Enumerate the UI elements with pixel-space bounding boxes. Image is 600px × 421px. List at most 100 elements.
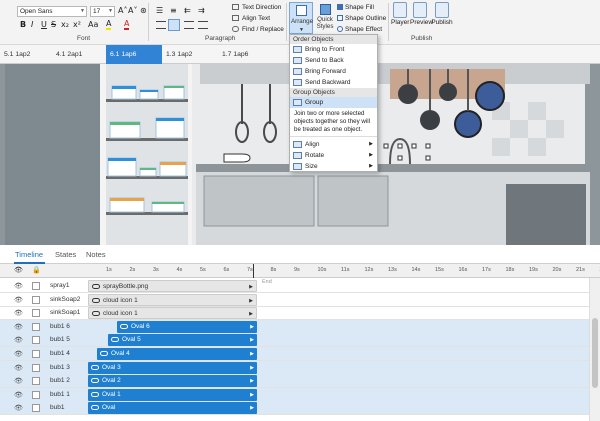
timeline-bar[interactable]: Oval 6 ▶ bbox=[117, 320, 257, 333]
ruler-tick-label: 11s bbox=[341, 267, 350, 273]
timeline-bar[interactable]: Oval 3 ▶ bbox=[88, 361, 257, 374]
tab-slide[interactable]: 1.7 1ap6 bbox=[218, 45, 272, 64]
send-to-back-item[interactable]: Send to Back bbox=[290, 55, 377, 66]
eye-icon[interactable]: 👁 bbox=[14, 404, 23, 412]
menu-label: Send Backward bbox=[305, 79, 351, 86]
playhead[interactable] bbox=[253, 264, 254, 278]
align-center-icon[interactable] bbox=[168, 19, 180, 31]
lock-checkbox[interactable] bbox=[32, 322, 40, 331]
tab-slide[interactable]: 5.1 1ap2 bbox=[0, 45, 50, 64]
lock-checkbox[interactable] bbox=[32, 309, 40, 318]
bullets-icon[interactable]: ☰ bbox=[156, 6, 163, 16]
chevron-right-icon: ▶ bbox=[250, 391, 254, 398]
eye-icon[interactable]: 👁 bbox=[14, 364, 23, 372]
align-text-button[interactable]: Align Text bbox=[242, 15, 270, 22]
find-replace-button[interactable]: Find / Replace bbox=[242, 26, 284, 33]
tab-slide-active[interactable]: 6.1 1ap6 bbox=[106, 45, 162, 64]
timeline-bar[interactable]: Oval 5 ▶ bbox=[108, 334, 257, 347]
font-size-combo[interactable]: 17 ▼ bbox=[90, 6, 115, 17]
eye-icon[interactable]: 👁 bbox=[14, 336, 23, 344]
shape-fill-button[interactable]: Shape Fill bbox=[345, 4, 374, 11]
eye-icon[interactable]: 👁 bbox=[14, 296, 23, 304]
font-color-button[interactable]: A bbox=[124, 20, 130, 30]
arrange-button[interactable]: Arrange ▼ bbox=[289, 2, 313, 34]
quick-styles-button[interactable]: Quick Styles bbox=[314, 2, 336, 34]
group-icon bbox=[293, 99, 302, 106]
timeline-row[interactable]: 👁 bub1 5 Oval 5 ▶ bbox=[0, 333, 600, 348]
timeline-row[interactable]: 👁 spray1 sprayBottle.png ▶ bbox=[0, 279, 600, 293]
lock-checkbox[interactable] bbox=[32, 377, 40, 386]
timeline-row[interactable]: 👁 sinkSoap2 cloud icon 1 ▶ bbox=[0, 293, 600, 307]
timeline-row[interactable]: 👁 bub1 1 Oval 1 ▶ bbox=[0, 387, 600, 402]
increase-indent-icon[interactable]: ⇉ bbox=[198, 6, 205, 16]
tab-states[interactable]: States bbox=[55, 250, 76, 259]
publish-button[interactable]: Publish bbox=[431, 2, 453, 26]
chevron-right-icon: ▶ bbox=[249, 311, 253, 318]
chevron-down-icon: ▼ bbox=[299, 27, 304, 33]
strikethrough-button[interactable]: S bbox=[51, 20, 56, 30]
rotate-item[interactable]: Rotate ▶ bbox=[290, 150, 377, 161]
eye-icon[interactable]: 👁 bbox=[14, 391, 23, 399]
timeline-row[interactable]: 👁 sinkSoap1 cloud icon 1 ▶ bbox=[0, 306, 600, 321]
grow-font-button[interactable]: A˄ bbox=[118, 6, 127, 16]
tab-slide[interactable]: 1.3 1ap2 bbox=[162, 45, 216, 64]
italic-button[interactable]: I bbox=[31, 20, 33, 30]
shape-effect-button[interactable]: Shape Effect bbox=[345, 26, 382, 33]
timeline-row[interactable]: 👁 bub1 2 Oval 2 ▶ bbox=[0, 374, 600, 389]
lock-checkbox[interactable] bbox=[32, 350, 40, 358]
superscript-button[interactable]: x² bbox=[73, 20, 81, 30]
send-backward-item[interactable]: Send Backward bbox=[290, 77, 377, 88]
bring-forward-item[interactable]: Bring Forward bbox=[290, 66, 377, 77]
scrollbar-thumb[interactable] bbox=[592, 318, 598, 388]
timeline-bar[interactable]: Oval 4 ▶ bbox=[97, 348, 257, 360]
bring-to-front-item[interactable]: Bring to Front bbox=[290, 44, 377, 55]
timeline-bar[interactable]: Oval 1 ▶ bbox=[88, 388, 257, 401]
text-direction-button[interactable]: Text Direction bbox=[242, 4, 281, 11]
lock-checkbox[interactable] bbox=[32, 390, 40, 399]
lock-checkbox[interactable] bbox=[32, 282, 40, 290]
lock-checkbox[interactable] bbox=[32, 363, 40, 372]
align-left-icon[interactable] bbox=[156, 21, 166, 29]
group-item[interactable]: Group bbox=[290, 97, 377, 108]
timeline-row[interactable]: 👁 bub1 Oval ▶ bbox=[0, 401, 600, 416]
timeline-row[interactable]: 👁 bub1 3 Oval 3 ▶ bbox=[0, 360, 600, 375]
tab-notes[interactable]: Notes bbox=[86, 250, 106, 259]
preview-button[interactable]: Preview bbox=[410, 2, 433, 26]
eye-icon[interactable]: 👁 bbox=[14, 377, 23, 385]
timeline-row[interactable]: 👁 bub1 6 Oval 6 ▶ bbox=[0, 319, 600, 334]
lock-checkbox[interactable] bbox=[32, 404, 40, 413]
underline-button[interactable]: U bbox=[41, 20, 47, 30]
bold-button[interactable]: B bbox=[20, 20, 26, 30]
timeline-bar[interactable]: Oval ▶ bbox=[88, 402, 257, 415]
align-item[interactable]: Align ▶ bbox=[290, 139, 377, 150]
align-right-icon[interactable] bbox=[184, 21, 194, 29]
timeline-bar[interactable]: cloud icon 1 ▶ bbox=[88, 293, 257, 306]
eye-icon[interactable]: 👁 bbox=[14, 309, 23, 317]
highlight-color-button[interactable]: A bbox=[106, 20, 112, 30]
timeline-ruler[interactable]: 👁 🔒 1s 2s 3s 4s 5s 6s 7s 8s 9s 10s 11s 12s 13s 14s 15s… bbox=[0, 264, 600, 278]
timeline-scrollbar[interactable] bbox=[589, 278, 600, 421]
timeline-bar[interactable]: sprayBottle.png ▶ bbox=[88, 280, 257, 292]
eye-icon[interactable]: 👁 bbox=[14, 323, 23, 331]
shrink-font-button[interactable]: A˅ bbox=[128, 6, 137, 16]
change-case-button[interactable]: Aa bbox=[88, 20, 98, 30]
player-button[interactable]: Player bbox=[391, 2, 409, 26]
timeline-bar[interactable]: Oval 2 ▶ bbox=[88, 375, 257, 388]
subscript-button[interactable]: x₂ bbox=[61, 20, 69, 30]
timeline-row[interactable]: 👁 bub1 4 Oval 4 ▶ bbox=[0, 347, 600, 361]
lock-checkbox[interactable] bbox=[32, 336, 40, 345]
shape-outline-button[interactable]: Shape Outline bbox=[345, 15, 386, 22]
clear-format-button[interactable]: ⊛ bbox=[140, 6, 147, 16]
tab-slide[interactable]: 4.1 2ap1 bbox=[52, 45, 106, 64]
ruler-tick-label: 17s bbox=[482, 267, 491, 273]
font-name-combo[interactable]: Open Sans ▼ bbox=[17, 6, 87, 17]
eye-icon[interactable]: 👁 bbox=[14, 350, 23, 358]
lock-checkbox[interactable] bbox=[32, 295, 40, 304]
numbering-icon[interactable]: ≡ bbox=[170, 6, 177, 16]
eye-icon[interactable]: 👁 bbox=[14, 282, 23, 290]
size-item[interactable]: Size ▶ bbox=[290, 161, 377, 172]
justify-icon[interactable] bbox=[198, 21, 208, 29]
timeline-bar[interactable]: cloud icon 1 ▶ bbox=[88, 307, 257, 320]
decrease-indent-icon[interactable]: ⇇ bbox=[184, 6, 191, 16]
tab-timeline[interactable]: Timeline bbox=[15, 250, 43, 259]
